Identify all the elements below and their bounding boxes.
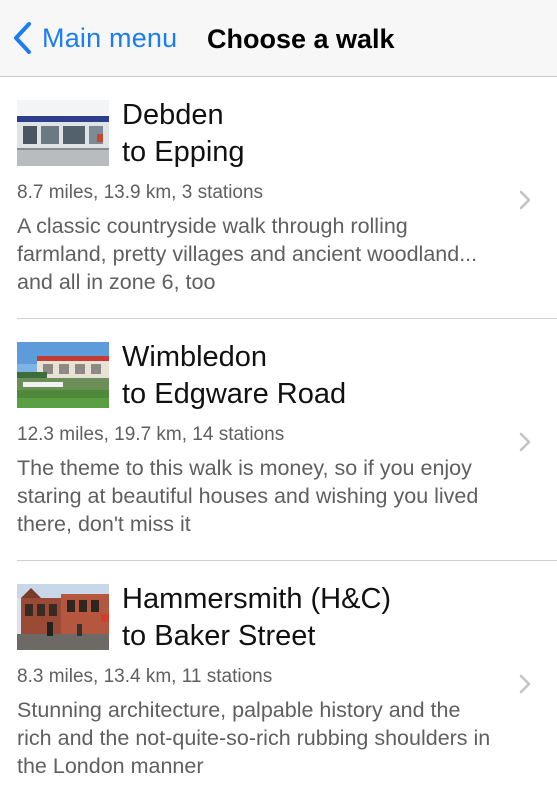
walk-name: Hammersmith (H&C) to Baker Street bbox=[122, 581, 391, 655]
walk-thumbnail bbox=[17, 342, 109, 408]
walk-name-end: to Epping bbox=[122, 136, 245, 168]
chevron-right-icon bbox=[519, 432, 531, 457]
navigation-bar: Main menu Choose a walk bbox=[0, 0, 557, 77]
walk-name-start: Hammersmith (H&C) bbox=[122, 583, 392, 615]
walk-name: Wimbledon to Edgware Road bbox=[122, 339, 346, 413]
walk-distance: 8.7 miles, 13.9 km, 3 stations bbox=[17, 182, 264, 203]
walk-distance: 12.3 miles, 19.7 km, 14 stations bbox=[17, 424, 285, 445]
walk-description: A classic countryside walk through rolli… bbox=[17, 214, 478, 294]
walk-thumbnail bbox=[17, 100, 109, 166]
walk-name-end: to Edgware Road bbox=[122, 378, 347, 410]
walk-thumbnail bbox=[17, 584, 109, 650]
walk-name-start: Debden bbox=[122, 99, 224, 131]
walk-distance: 8.3 miles, 13.4 km, 11 stations bbox=[17, 666, 273, 687]
walk-cell-wimbledon-edgware[interactable]: Wimbledon to Edgware Road 12.3 miles, 19… bbox=[0, 319, 557, 561]
walk-name-end: to Baker Street bbox=[122, 620, 316, 652]
walk-name-start: Wimbledon bbox=[122, 341, 268, 373]
chevron-right-icon bbox=[519, 190, 531, 215]
back-button[interactable]: Main menu bbox=[12, 18, 177, 58]
page-title: Choose a walk bbox=[207, 24, 395, 54]
back-button-label: Main menu bbox=[42, 22, 178, 53]
walk-description: The theme to this walk is money, so if y… bbox=[17, 456, 479, 536]
walk-description: Stunning architecture, palpable history … bbox=[17, 698, 491, 778]
walk-cell-hammersmith-baker-street[interactable]: Hammersmith (H&C) to Baker Street 8.3 mi… bbox=[0, 561, 557, 803]
walk-name: Debden to Epping bbox=[122, 97, 245, 171]
walk-cell-debden-epping[interactable]: Debden to Epping 8.7 miles, 13.9 km, 3 s… bbox=[0, 77, 557, 319]
chevron-left-icon bbox=[12, 21, 32, 55]
walk-list: Debden to Epping 8.7 miles, 13.9 km, 3 s… bbox=[0, 77, 557, 803]
chevron-right-icon bbox=[519, 674, 531, 699]
